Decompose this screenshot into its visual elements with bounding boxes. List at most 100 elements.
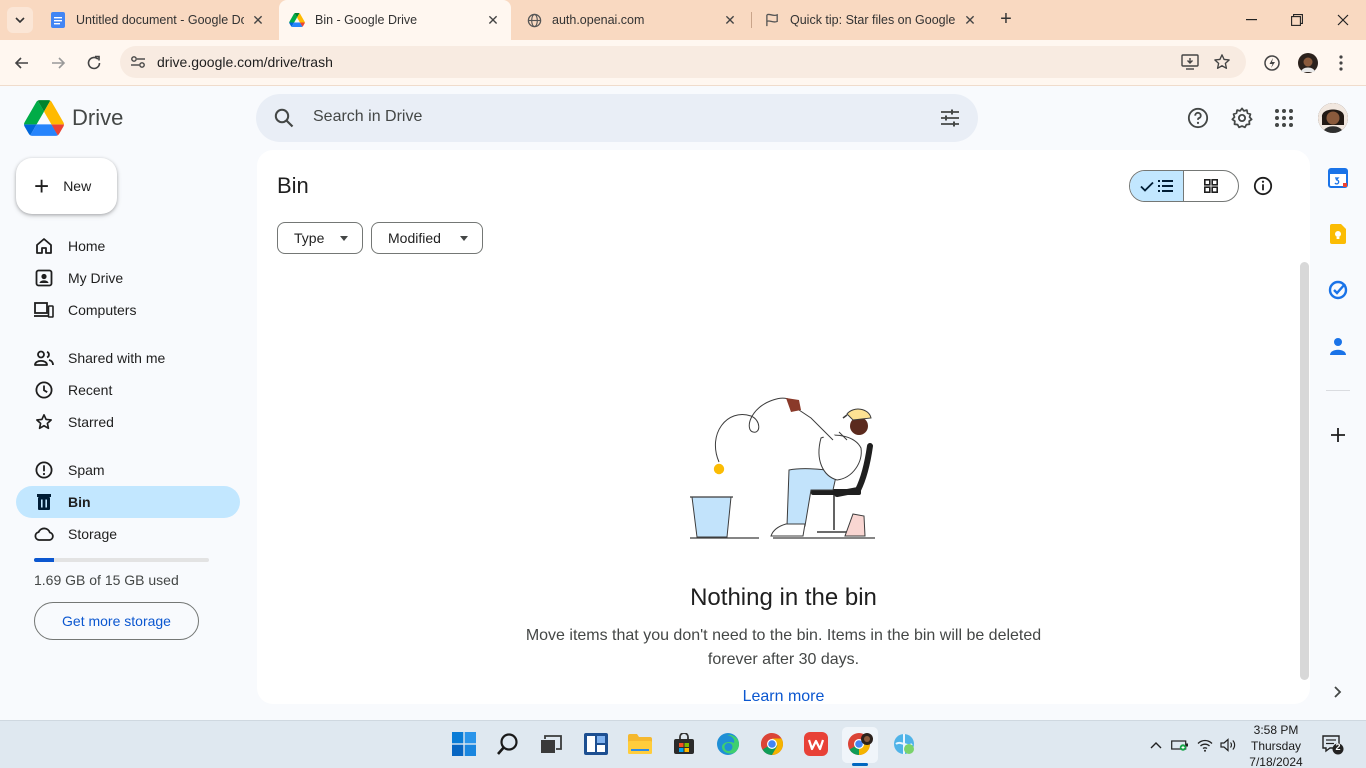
tab-bin-google-drive[interactable]: Bin - Google Drive ✕ — [279, 0, 511, 40]
bookmark-star-icon[interactable] — [1212, 52, 1232, 72]
more-vert-icon — [1339, 55, 1343, 71]
contacts-app-button[interactable] — [1326, 334, 1350, 358]
info-icon[interactable] — [1252, 175, 1274, 197]
sidebar-item-starred[interactable]: Starred — [16, 406, 240, 438]
learn-more-link-text[interactable]: Learn more — [743, 688, 825, 705]
wifi-status[interactable] — [1196, 736, 1214, 754]
taskbar-search-button[interactable] — [495, 731, 521, 757]
store-icon — [674, 733, 694, 754]
start-button[interactable] — [451, 731, 477, 757]
sidebar-item-spam[interactable]: Spam — [16, 454, 240, 486]
address-bar[interactable]: drive.google.com/drive/trash — [120, 46, 1246, 78]
tab-auth-openai[interactable]: auth.openai.com ✕ — [516, 0, 748, 40]
close-icon[interactable]: ✕ — [722, 12, 738, 28]
search-input[interactable]: Search in Drive — [313, 108, 422, 126]
sidebar-item-label: Starred — [68, 414, 114, 430]
chevron-up-icon — [1150, 742, 1162, 749]
chrome-profile-button[interactable] — [847, 731, 873, 757]
clock-icon — [34, 380, 54, 400]
keep-app-button[interactable] — [1326, 222, 1350, 246]
checkmark-icon — [1140, 181, 1154, 192]
cloud-icon — [34, 524, 54, 544]
active-app-indicator — [852, 763, 868, 766]
globe-icon — [526, 12, 542, 28]
notification-center-button[interactable]: 2 — [1322, 735, 1344, 755]
restore-icon — [1291, 14, 1303, 26]
close-icon[interactable]: ✕ — [250, 12, 266, 28]
drive-icon — [289, 12, 305, 28]
settings-button[interactable] — [1230, 106, 1254, 130]
browser-menu-button[interactable] — [1328, 50, 1354, 76]
file-explorer-button[interactable] — [627, 731, 653, 757]
get-more-storage-button[interactable]: Get more storage — [34, 602, 199, 640]
chrome-profile-icon — [848, 733, 873, 755]
apps-launcher-button[interactable] — [1272, 106, 1296, 130]
search-options-icon[interactable] — [938, 106, 962, 130]
restore-button[interactable] — [1274, 0, 1320, 40]
sidebar-item-my-drive[interactable]: My Drive — [16, 262, 240, 294]
widgets-button[interactable] — [583, 731, 609, 757]
site-info-icon[interactable] — [126, 50, 150, 74]
sidebar-item-storage[interactable]: Storage — [16, 518, 240, 550]
sidebar-item-shared-with-me[interactable]: Shared with me — [16, 342, 240, 374]
modified-filter-chip[interactable]: Modified — [371, 222, 483, 254]
type-filter-chip[interactable]: Type — [277, 222, 363, 254]
profile-avatar-button[interactable] — [1295, 50, 1321, 76]
folder-icon — [628, 734, 652, 754]
system-clock[interactable]: 3:58 PM Thursday 7/18/2024 — [1238, 722, 1314, 768]
sidebar-item-label: Bin — [68, 494, 91, 510]
tab-search-button[interactable] — [7, 7, 33, 33]
pinned-app-button[interactable] — [891, 731, 917, 757]
sidebar-item-computers[interactable]: Computers — [16, 294, 240, 326]
wps-office-button[interactable] — [803, 731, 829, 757]
show-side-panel-button[interactable] — [1326, 680, 1350, 704]
list-view-button[interactable] — [1130, 171, 1185, 201]
new-button[interactable]: + New — [16, 158, 117, 214]
account-avatar[interactable] — [1318, 103, 1348, 133]
forward-button[interactable] — [45, 50, 71, 76]
main-content: Bin Type Modified Nothing in the bin Mov… — [257, 150, 1310, 705]
search-icon[interactable] — [272, 106, 296, 130]
drive-logo-icon[interactable] — [24, 100, 64, 136]
get-addons-button[interactable] — [1326, 423, 1350, 447]
help-button[interactable] — [1186, 106, 1210, 130]
app-name[interactable]: Drive — [72, 105, 123, 131]
reload-button[interactable] — [81, 50, 107, 76]
grid-view-button[interactable] — [1184, 171, 1238, 201]
tab-quick-tip[interactable]: Quick tip: Star files on Google D ✕ — [754, 0, 988, 40]
app-icon — [894, 734, 914, 754]
calendar-app-button[interactable] — [1326, 166, 1350, 190]
edge-browser-button[interactable] — [715, 731, 741, 757]
back-button[interactable] — [9, 50, 35, 76]
calendar-icon — [1328, 168, 1348, 188]
edge-icon — [717, 733, 739, 755]
wifi-icon — [1197, 739, 1213, 752]
microsoft-store-button[interactable] — [671, 731, 697, 757]
page-title: Bin — [277, 173, 309, 198]
tasks-app-button[interactable] — [1326, 278, 1350, 302]
task-view-icon — [541, 735, 562, 753]
spam-icon — [34, 460, 54, 480]
tab-untitled-document[interactable]: Untitled document - Google Do ✕ — [40, 0, 276, 40]
battery-status[interactable] — [1171, 736, 1189, 754]
list-view-icon — [1158, 180, 1173, 192]
close-window-button[interactable] — [1320, 0, 1366, 40]
scrollbar[interactable] — [1300, 262, 1309, 680]
extension-button[interactable] — [1259, 50, 1285, 76]
chrome-button[interactable] — [759, 731, 785, 757]
close-icon[interactable]: ✕ — [485, 12, 501, 28]
sidebar-item-label: Storage — [68, 526, 118, 542]
show-hidden-icons-button[interactable] — [1147, 736, 1165, 754]
install-app-icon[interactable] — [1180, 52, 1200, 72]
close-icon[interactable]: ✕ — [962, 12, 978, 28]
sidebar-item-recent[interactable]: Recent — [16, 374, 240, 406]
dropdown-arrow-icon — [340, 236, 348, 241]
browser-toolbar: drive.google.com/drive/trash — [0, 40, 1366, 86]
drive-search-bar[interactable]: Search in Drive — [256, 94, 978, 142]
task-view-button[interactable] — [538, 731, 564, 757]
volume-status[interactable] — [1219, 736, 1237, 754]
sidebar-item-bin[interactable]: Bin — [16, 486, 240, 518]
sidebar-item-home[interactable]: Home — [16, 230, 240, 262]
new-tab-button[interactable]: + — [996, 9, 1016, 30]
minimize-button[interactable] — [1228, 0, 1274, 40]
